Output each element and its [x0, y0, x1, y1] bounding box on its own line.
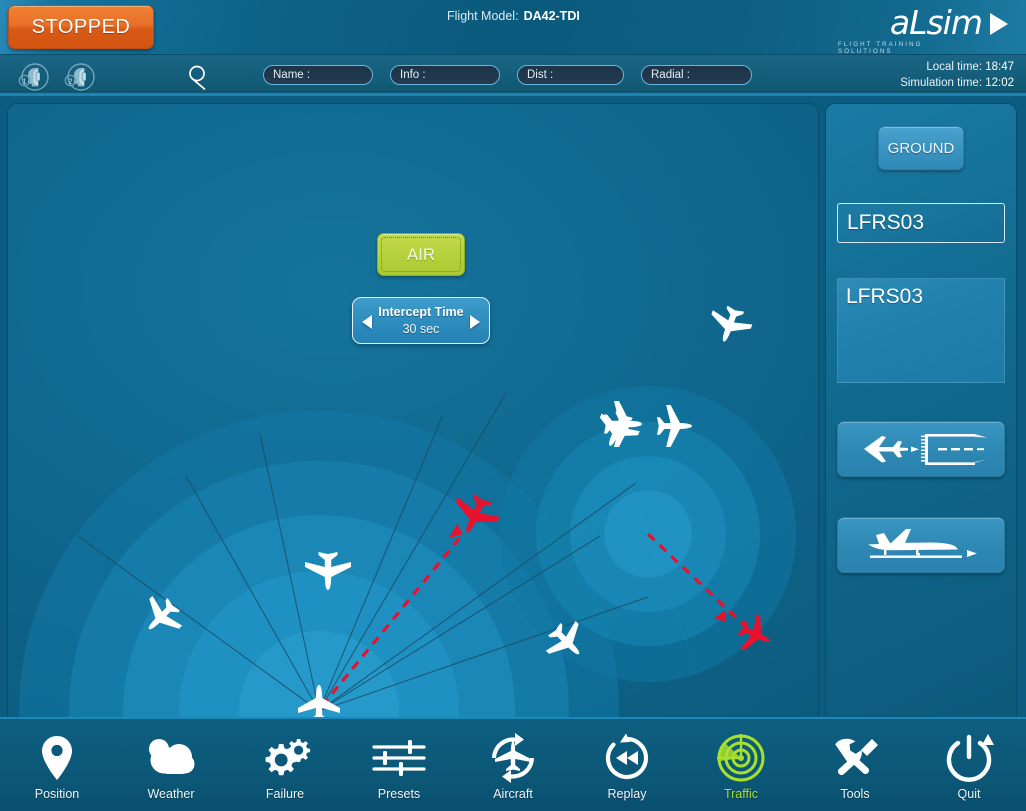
traffic-aircraft-8	[711, 305, 753, 342]
arrow-left-icon[interactable]	[362, 315, 372, 329]
nav-item-quit[interactable]: Quit	[912, 719, 1026, 811]
local-time-label: Local time:	[926, 61, 983, 73]
field-dist[interactable]: Dist :	[517, 65, 624, 85]
pilot-2-number: 2	[68, 76, 72, 85]
local-time-row: Local time: 18:47	[900, 59, 1014, 75]
nav-item-failure[interactable]: Failure	[228, 719, 342, 811]
nav-label-weather: Weather	[147, 787, 195, 801]
nav-label-failure: Failure	[265, 787, 305, 801]
intercept-time-stepper[interactable]: Intercept Time 30 sec	[352, 297, 490, 344]
brand-wordmark: aLsim	[889, 3, 983, 42]
brand-tagline: FLIGHT TRAINING SOLUTIONS	[838, 41, 923, 55]
nav-item-tools[interactable]: Tools	[798, 719, 912, 811]
brand-name-text: aLsim	[890, 6, 1008, 40]
icao-search-input[interactable]: LFRS03	[837, 203, 1005, 243]
nav-label-aircraft: Aircraft	[493, 787, 533, 801]
bottom-navigation-bar: Position Weather Failure Presets Aircraf…	[0, 717, 1026, 811]
simulation-status-label: STOPPED	[31, 15, 131, 38]
application-window: STOPPED Flight Model: DA42-TDI aLsim FLI…	[0, 0, 1026, 811]
rewind-circle-icon	[600, 730, 654, 786]
sliders-icon	[368, 730, 430, 786]
field-info-label: Info :	[400, 69, 426, 81]
radar-display-panel[interactable]: AIR Intercept Time 30 sec	[8, 104, 818, 717]
field-name[interactable]: Name :	[263, 65, 373, 85]
air-mode-label: AIR	[406, 244, 436, 264]
nav-label-traffic: Traffic	[723, 787, 759, 801]
aircraft-on-runway-icon	[868, 529, 977, 558]
aircraft-approach-runway-button[interactable]	[837, 421, 1005, 477]
icao-result-list[interactable]: LFRS03	[837, 278, 1005, 383]
nav-label-presets: Presets	[377, 787, 421, 801]
side-panel: GROUND LFRS03 LFRS03	[826, 104, 1016, 717]
nav-item-presets[interactable]: Presets	[342, 719, 456, 811]
brand-logo: aLsim FLIGHT TRAINING SOLUTIONS	[838, 6, 1008, 55]
header-bar: STOPPED Flight Model: DA42-TDI aLsim FLI…	[0, 0, 1026, 55]
simulation-status-button[interactable]: STOPPED	[8, 5, 154, 49]
local-time-value: 18:47	[985, 61, 1014, 73]
search-icon[interactable]	[184, 62, 214, 92]
field-radial[interactable]: Radial :	[641, 65, 752, 85]
aircraft-on-runway-button[interactable]	[837, 517, 1005, 573]
nav-item-weather[interactable]: Weather	[114, 719, 228, 811]
gears-icon	[256, 730, 314, 786]
nav-item-position[interactable]: Position	[0, 719, 114, 811]
power-icon	[941, 730, 997, 786]
simulation-time-row: Simulation time: 12:02	[900, 75, 1014, 91]
nav-label-position: Position	[34, 787, 80, 801]
nav-item-aircraft[interactable]: Aircraft	[456, 719, 570, 811]
radar-icon	[712, 730, 770, 786]
field-name-label: Name :	[273, 69, 311, 81]
simulation-time-value: 12:02	[985, 77, 1014, 89]
radar-canvas	[19, 305, 796, 717]
icao-input-value: LFRS03	[847, 211, 925, 234]
nav-item-replay[interactable]: Replay	[570, 719, 684, 811]
pilot-1-number: 1	[22, 76, 26, 85]
pilot-headset-2-icon[interactable]: 2	[62, 60, 96, 94]
flight-model-label: Flight Model:	[447, 9, 519, 23]
cloud-icon	[141, 730, 201, 786]
ground-mode-label: GROUND	[887, 139, 955, 157]
map-pin-icon	[35, 730, 79, 786]
nav-label-tools: Tools	[840, 787, 870, 801]
field-info[interactable]: Info :	[390, 65, 500, 85]
intercept-time-labels: Intercept Time 30 sec	[378, 304, 463, 338]
nav-item-traffic[interactable]: Traffic	[684, 719, 798, 811]
field-dist-label: Dist :	[527, 69, 554, 81]
arrow-right-icon[interactable]	[470, 315, 480, 329]
nav-label-quit: Quit	[957, 787, 981, 801]
hammer-wrench-icon	[826, 730, 884, 786]
flight-model-display: Flight Model: DA42-TDI	[447, 9, 580, 23]
ground-mode-button[interactable]: GROUND	[878, 126, 964, 170]
play-triangle-icon	[990, 13, 1008, 35]
field-radial-label: Radial :	[651, 69, 690, 81]
air-mode-button[interactable]: AIR	[377, 233, 465, 276]
intercept-time-value: 30 sec	[402, 321, 440, 336]
list-item[interactable]: LFRS03	[846, 285, 1004, 309]
simulation-time-label: Simulation time:	[900, 77, 983, 89]
aircraft-cycle-icon	[485, 730, 541, 786]
pilot-headset-1-icon[interactable]: 1	[16, 60, 50, 94]
toolbar	[0, 55, 1026, 96]
intercept-time-title: Intercept Time	[378, 304, 464, 319]
aircraft-approach-runway-icon	[864, 434, 987, 465]
nav-label-replay: Replay	[607, 787, 647, 801]
time-display: Local time: 18:47 Simulation time: 12:02	[900, 59, 1014, 91]
flight-model-value: DA42-TDI	[523, 9, 580, 23]
